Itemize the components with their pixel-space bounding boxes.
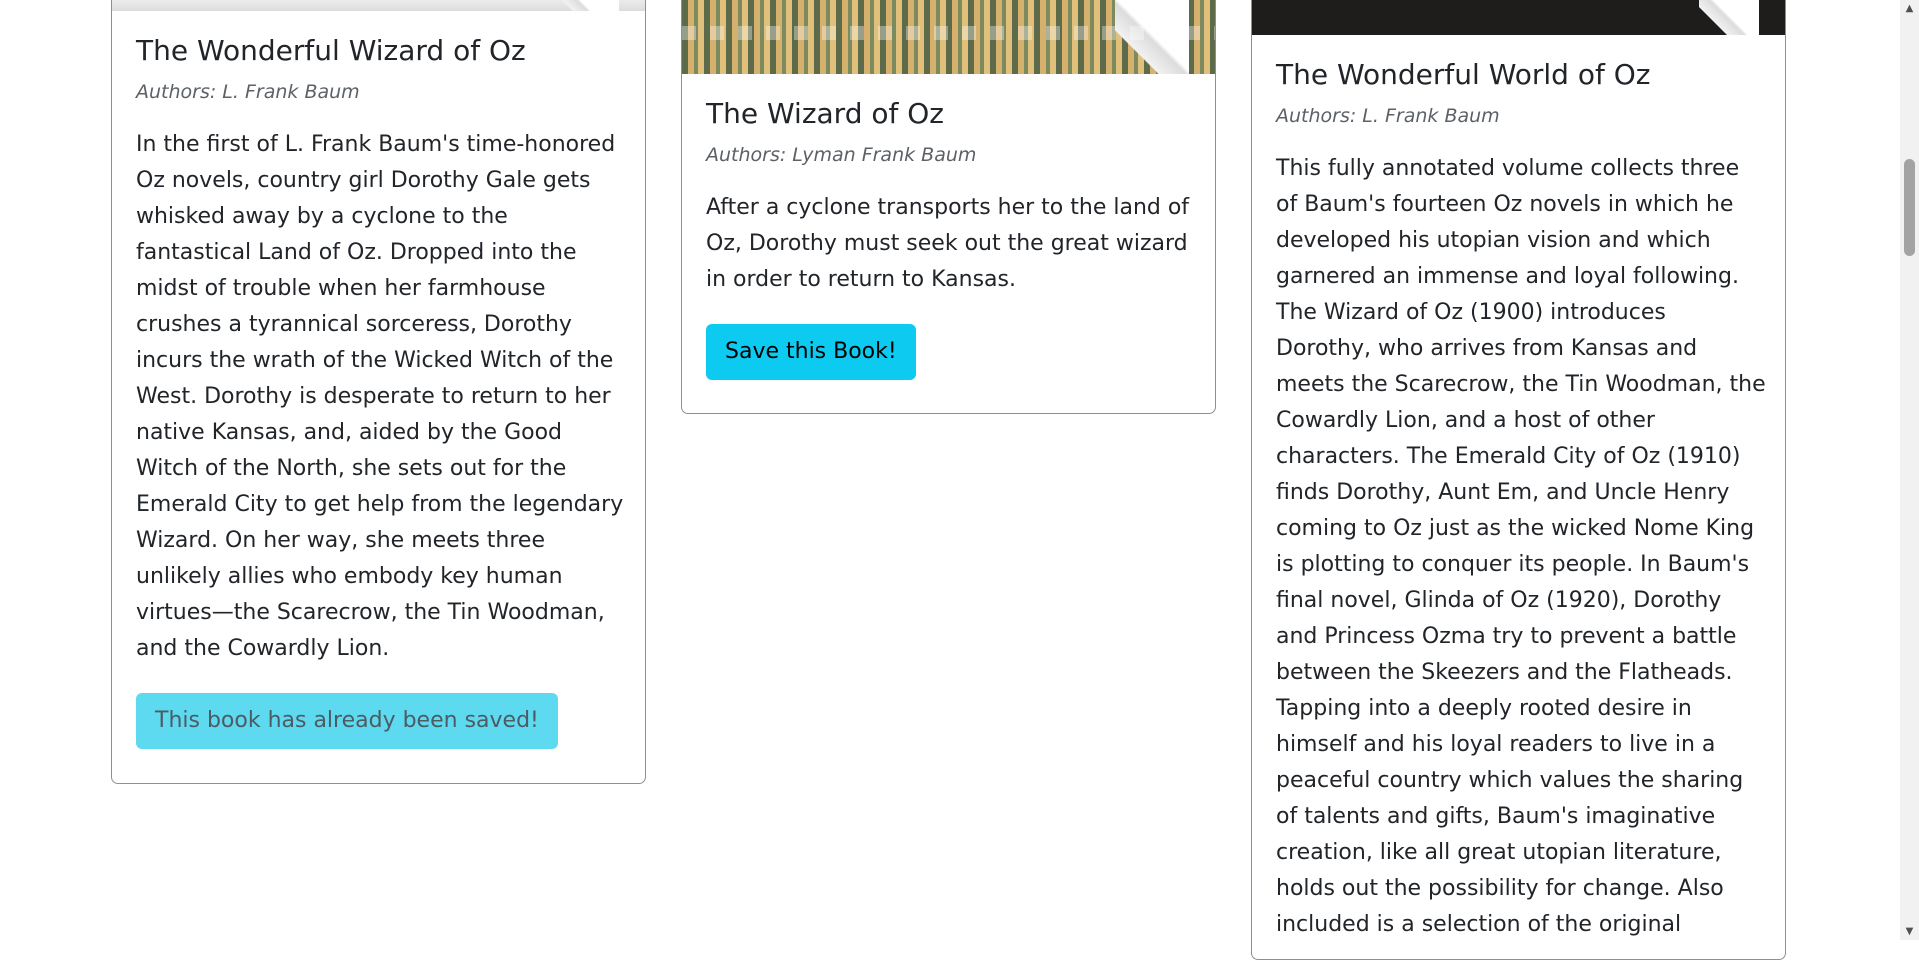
book-cover-image bbox=[1252, 0, 1785, 35]
scrollbar-thumb[interactable] bbox=[1904, 159, 1915, 256]
book-description: This fully annotated volume collects thr… bbox=[1276, 156, 1766, 937]
book-card: The Wizard of Oz Authors: Lyman Frank Ba… bbox=[681, 0, 1216, 414]
save-book-button[interactable]: Save this Book! bbox=[706, 324, 916, 380]
book-title: The Wonderful Wizard of Oz bbox=[136, 34, 526, 67]
book-card: The Wonderful World of Oz Authors: L. Fr… bbox=[1251, 0, 1786, 960]
book-cover-image bbox=[682, 0, 1215, 74]
book-authors: Authors: L. Frank Baum bbox=[136, 81, 360, 103]
book-cover-image bbox=[112, 0, 645, 11]
book-description: In the first of L. Frank Baum's time-hon… bbox=[136, 132, 624, 661]
book-title: The Wonderful World of Oz bbox=[1276, 58, 1651, 91]
card-body: The Wonderful World of Oz Authors: L. Fr… bbox=[1276, 57, 1767, 943]
book-authors: Authors: L. Frank Baum bbox=[1276, 105, 1500, 127]
book-authors: Authors: Lyman Frank Baum bbox=[706, 144, 977, 166]
book-description: After a cyclone transports her to the la… bbox=[706, 195, 1190, 292]
scroll-down-arrow-icon[interactable]: ▼ bbox=[1900, 923, 1919, 940]
card-body: The Wizard of Oz Authors: Lyman Frank Ba… bbox=[706, 96, 1197, 380]
book-title: The Wizard of Oz bbox=[706, 97, 944, 130]
page-scrollbar[interactable]: ▲ ▼ bbox=[1900, 0, 1919, 940]
book-card: The Wonderful Wizard of Oz Authors: L. F… bbox=[111, 0, 646, 784]
scroll-up-arrow-icon[interactable]: ▲ bbox=[1900, 0, 1919, 17]
already-saved-button[interactable]: This book has already been saved! bbox=[136, 693, 558, 749]
card-body: The Wonderful Wizard of Oz Authors: L. F… bbox=[136, 33, 627, 749]
